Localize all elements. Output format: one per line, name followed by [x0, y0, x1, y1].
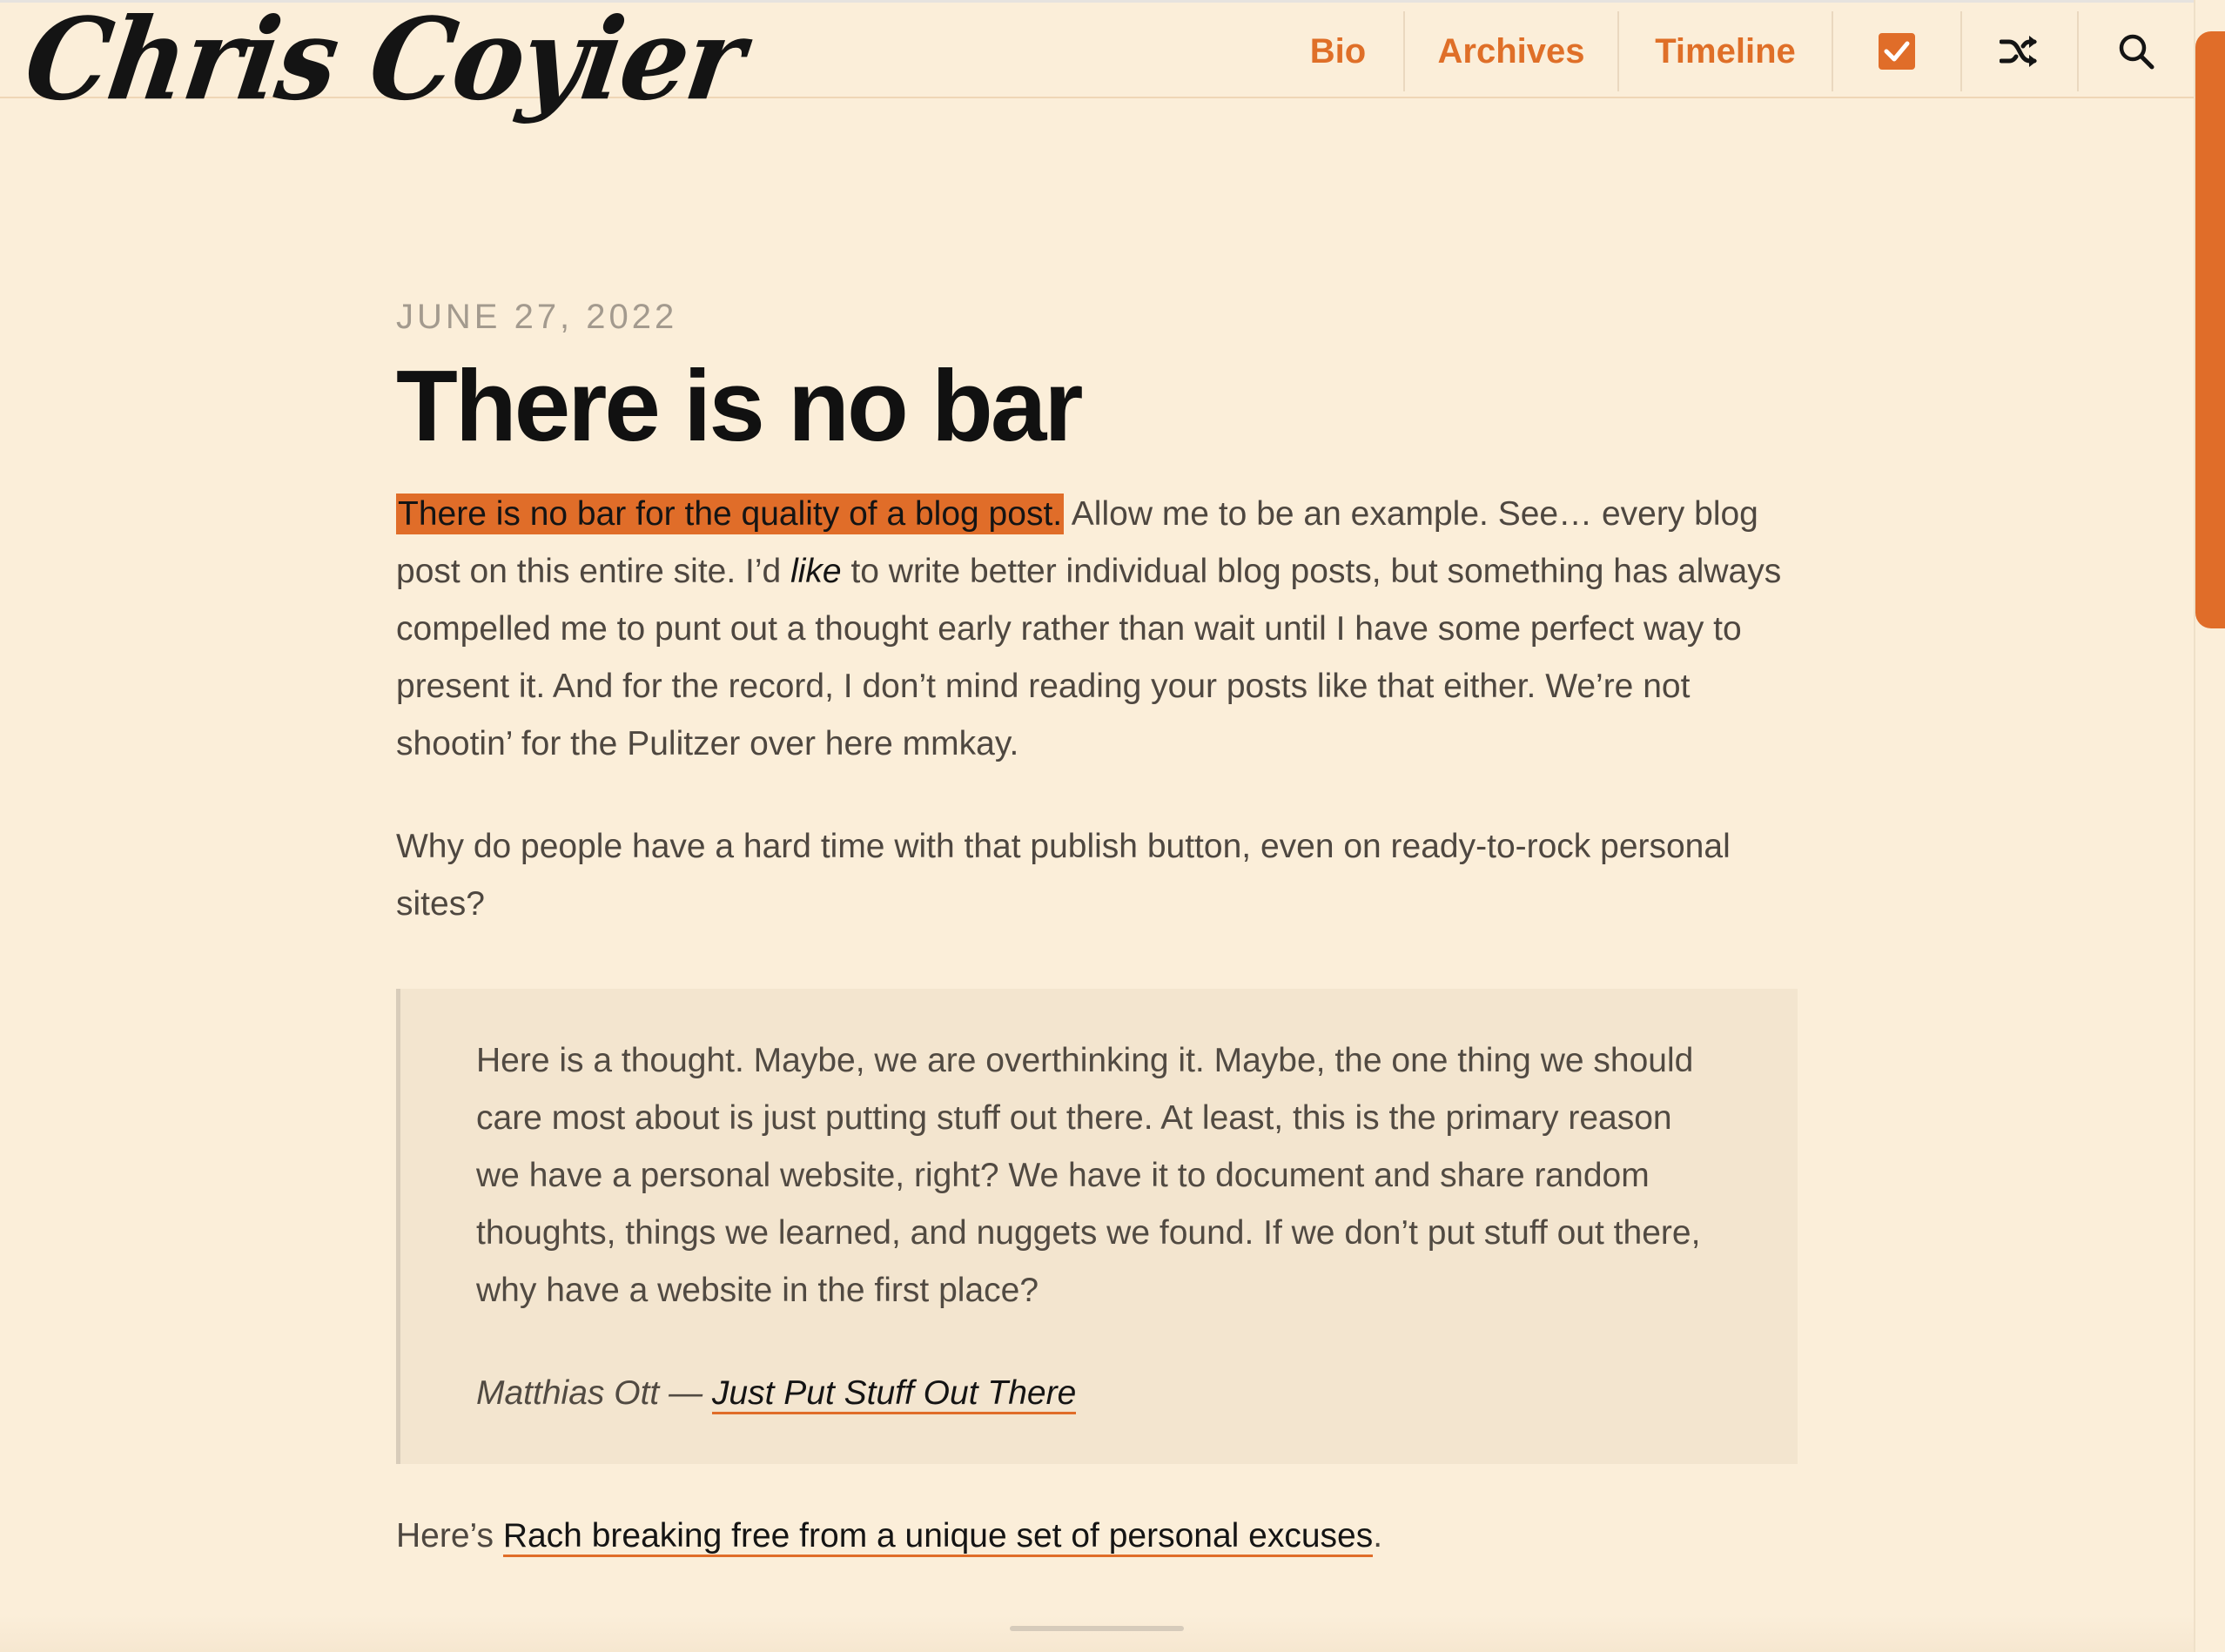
quote-text: Here is a thought. Maybe, we are overthi…: [476, 1041, 1701, 1309]
bottom-drag-handle[interactable]: [1010, 1626, 1184, 1631]
nav-random-button[interactable]: [1960, 11, 2077, 91]
nav-link-bio[interactable]: Bio: [1273, 11, 1403, 91]
search-icon: [2119, 34, 2154, 70]
paragraph-text: Here’s: [396, 1516, 503, 1555]
nav-link-timeline[interactable]: Timeline: [1617, 11, 1832, 91]
highlighted-text: There is no bar for the quality of a blo…: [396, 493, 1065, 534]
quote-source-link[interactable]: Just Put Stuff Out There: [711, 1373, 1077, 1414]
post-paragraph-link: Here’s Rach breaking free from a unique …: [396, 1508, 1798, 1565]
blog-post: JUNE 27, 2022 There is no bar There is n…: [396, 291, 1798, 1565]
bottom-fade: [0, 1615, 2194, 1652]
scrollbar-thumb[interactable]: [2195, 31, 2225, 628]
post-date: JUNE 27, 2022: [396, 298, 678, 336]
paragraph-text: .: [1373, 1516, 1383, 1555]
checkbox-icon: [1879, 33, 1915, 70]
rach-post-link[interactable]: Rach breaking free from a unique set of …: [502, 1516, 1374, 1557]
site-logo[interactable]: Chris Coyier: [17, 0, 751, 125]
nav-search-button[interactable]: [2077, 11, 2194, 91]
main-nav: Bio Archives Timeline: [1273, 11, 2194, 91]
post-paragraph-intro: There is no bar for the quality of a blo…: [396, 486, 1798, 773]
post-title: There is no bar: [396, 349, 1084, 462]
quote-citation: Matthias Ott — Just Put Stuff Out There: [476, 1365, 1721, 1422]
nav-link-archives[interactable]: Archives: [1403, 11, 1617, 91]
emphasis-text: like: [790, 552, 842, 590]
quote-author: Matthias Ott —: [476, 1373, 712, 1412]
blockquote: Here is a thought. Maybe, we are overthi…: [396, 988, 1798, 1464]
post-paragraph-question: Why do people have a hard time with that…: [396, 827, 1731, 923]
shuffle-icon: [2000, 36, 2037, 67]
nav-checkbox-button[interactable]: [1832, 11, 1960, 91]
site-header: Chris Coyier Bio Archives Timeline: [0, 0, 2194, 125]
